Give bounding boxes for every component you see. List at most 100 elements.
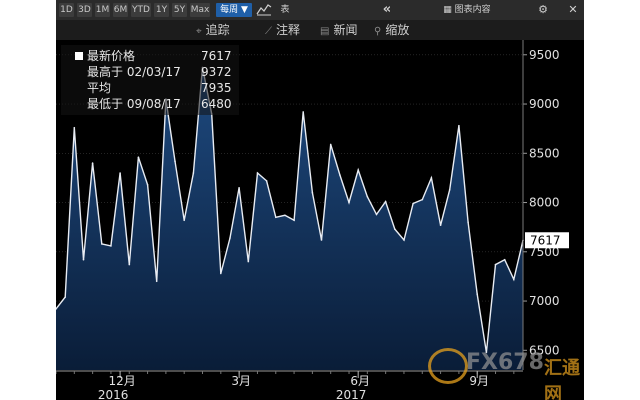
range-button-1d[interactable]: 1D (59, 3, 74, 17)
data-point (229, 237, 231, 239)
legend-row-average: 平均 7935 (61, 80, 239, 96)
legend-swatch (75, 52, 83, 60)
data-point (339, 174, 341, 176)
data-point (73, 126, 76, 129)
table-button[interactable]: 表 (278, 2, 292, 18)
legend-value: 6480 (201, 97, 232, 111)
data-point (293, 219, 295, 222)
range-button-ytd[interactable]: YTD (131, 3, 151, 17)
range-button-3d[interactable]: 3D (77, 3, 92, 17)
watermark-logo-icon (428, 348, 468, 384)
data-point (137, 156, 140, 158)
data-point (265, 180, 268, 182)
watermark-text: FX678 (466, 350, 544, 375)
zoom-icon: ⚲ (374, 26, 382, 37)
last-value-label: 7617 (530, 233, 561, 247)
data-point (448, 188, 451, 191)
data-point (394, 228, 396, 230)
news-label: 新闻 (333, 23, 358, 37)
data-point (311, 191, 314, 194)
data-point (430, 177, 433, 179)
data-point (458, 124, 460, 127)
x-tick-label: 6月 (350, 374, 370, 388)
data-point (403, 239, 405, 241)
y-tick-label: 7000 (529, 294, 560, 308)
data-point (503, 258, 506, 261)
chart-contents-button[interactable]: ▦ 图表内容 (434, 2, 500, 18)
data-point (174, 160, 176, 162)
data-point (348, 201, 350, 204)
range-button-6m[interactable]: 6M (113, 3, 128, 17)
data-point (439, 224, 442, 226)
data-point (192, 172, 195, 174)
chart-contents-label: 图表内容 (454, 5, 491, 15)
data-point (64, 296, 66, 298)
data-point (320, 239, 323, 241)
legend-value: 9372 (201, 65, 232, 79)
x-year-label: 2016 (98, 388, 129, 400)
x-year-label: 2017 (336, 388, 367, 400)
data-point (421, 198, 424, 201)
data-point (494, 263, 497, 266)
legend-label: 最低于 09/08/17 (87, 97, 181, 111)
legend-row-last: 最新价格 7617 (61, 48, 239, 64)
line-chart-icon[interactable] (256, 2, 272, 18)
annotate-button[interactable]: ⟋ 注释 (265, 22, 300, 38)
legend-row-high: 最高于 02/03/17 9372 (61, 64, 239, 80)
zoom-button[interactable]: ⚲ 缩放 (374, 22, 409, 38)
legend-value: 7617 (201, 49, 232, 63)
data-point (220, 272, 222, 275)
x-tick-label: 12月 (108, 374, 135, 388)
data-point (329, 143, 332, 146)
data-point (183, 219, 185, 222)
data-point (284, 214, 286, 217)
pen-icon: ⟋ (265, 26, 272, 37)
range-button-1y[interactable]: 1Y (154, 3, 169, 17)
watermark-sub: 汇通网 (544, 358, 580, 400)
data-point (119, 172, 121, 174)
data-point (128, 263, 131, 266)
data-point (275, 216, 277, 219)
data-point (357, 169, 360, 171)
y-tick-label: 9500 (529, 48, 560, 62)
collapse-icon[interactable]: « (380, 2, 394, 18)
x-tick-label: 9月 (469, 374, 489, 388)
range-button-5y[interactable]: 5Y (172, 3, 187, 17)
annotate-label: 注释 (276, 23, 301, 37)
range-button-max[interactable]: Max (190, 3, 210, 17)
legend-value: 7935 (201, 81, 232, 95)
y-tick-label: 9000 (529, 97, 560, 111)
data-point (101, 243, 103, 245)
legend-label: 平均 (87, 81, 112, 95)
data-point (302, 111, 304, 113)
legend-label: 最高于 02/03/17 (87, 65, 181, 79)
news-icon: ▤ (320, 26, 330, 37)
range-button-1m[interactable]: 1M (95, 3, 110, 17)
close-icon[interactable]: ✕ (566, 2, 580, 18)
track-button[interactable]: ⌖ 追踪 (196, 22, 230, 38)
data-point (82, 258, 85, 261)
y-tick-label: 8500 (529, 146, 560, 160)
data-point (146, 184, 149, 186)
data-point (247, 260, 250, 263)
data-point (91, 162, 94, 164)
gear-icon[interactable]: ⚙ (536, 2, 550, 18)
y-tick-label: 8000 (529, 196, 560, 210)
news-button[interactable]: ▤ 新闻 (320, 22, 357, 38)
data-point (375, 213, 378, 216)
data-point (256, 172, 259, 174)
data-point (476, 293, 479, 295)
chart-panel: 6500 7000 7500 8000 8500 9000 9500 7617 12月 2016 3… (56, 0, 584, 400)
track-label: 追踪 (205, 23, 230, 37)
chart-contents-icon: ▦ (443, 5, 455, 15)
frequency-dropdown[interactable]: 每周 ▼ (216, 3, 252, 17)
data-point (412, 202, 414, 205)
zoom-label: 缩放 (385, 23, 410, 37)
data-point (238, 187, 240, 189)
data-point (467, 221, 469, 223)
data-point (110, 245, 112, 247)
data-point (384, 200, 387, 203)
chart-legend: 最新价格 7617 最高于 02/03/17 9372 平均 7935 最低于 … (61, 45, 239, 115)
legend-row-low: 最低于 09/08/17 6480 (61, 96, 239, 112)
chart-tools-bar: ⌖ 追踪 ⟋ 注释 ▤ 新闻 ⚲ 缩放 (56, 20, 584, 40)
